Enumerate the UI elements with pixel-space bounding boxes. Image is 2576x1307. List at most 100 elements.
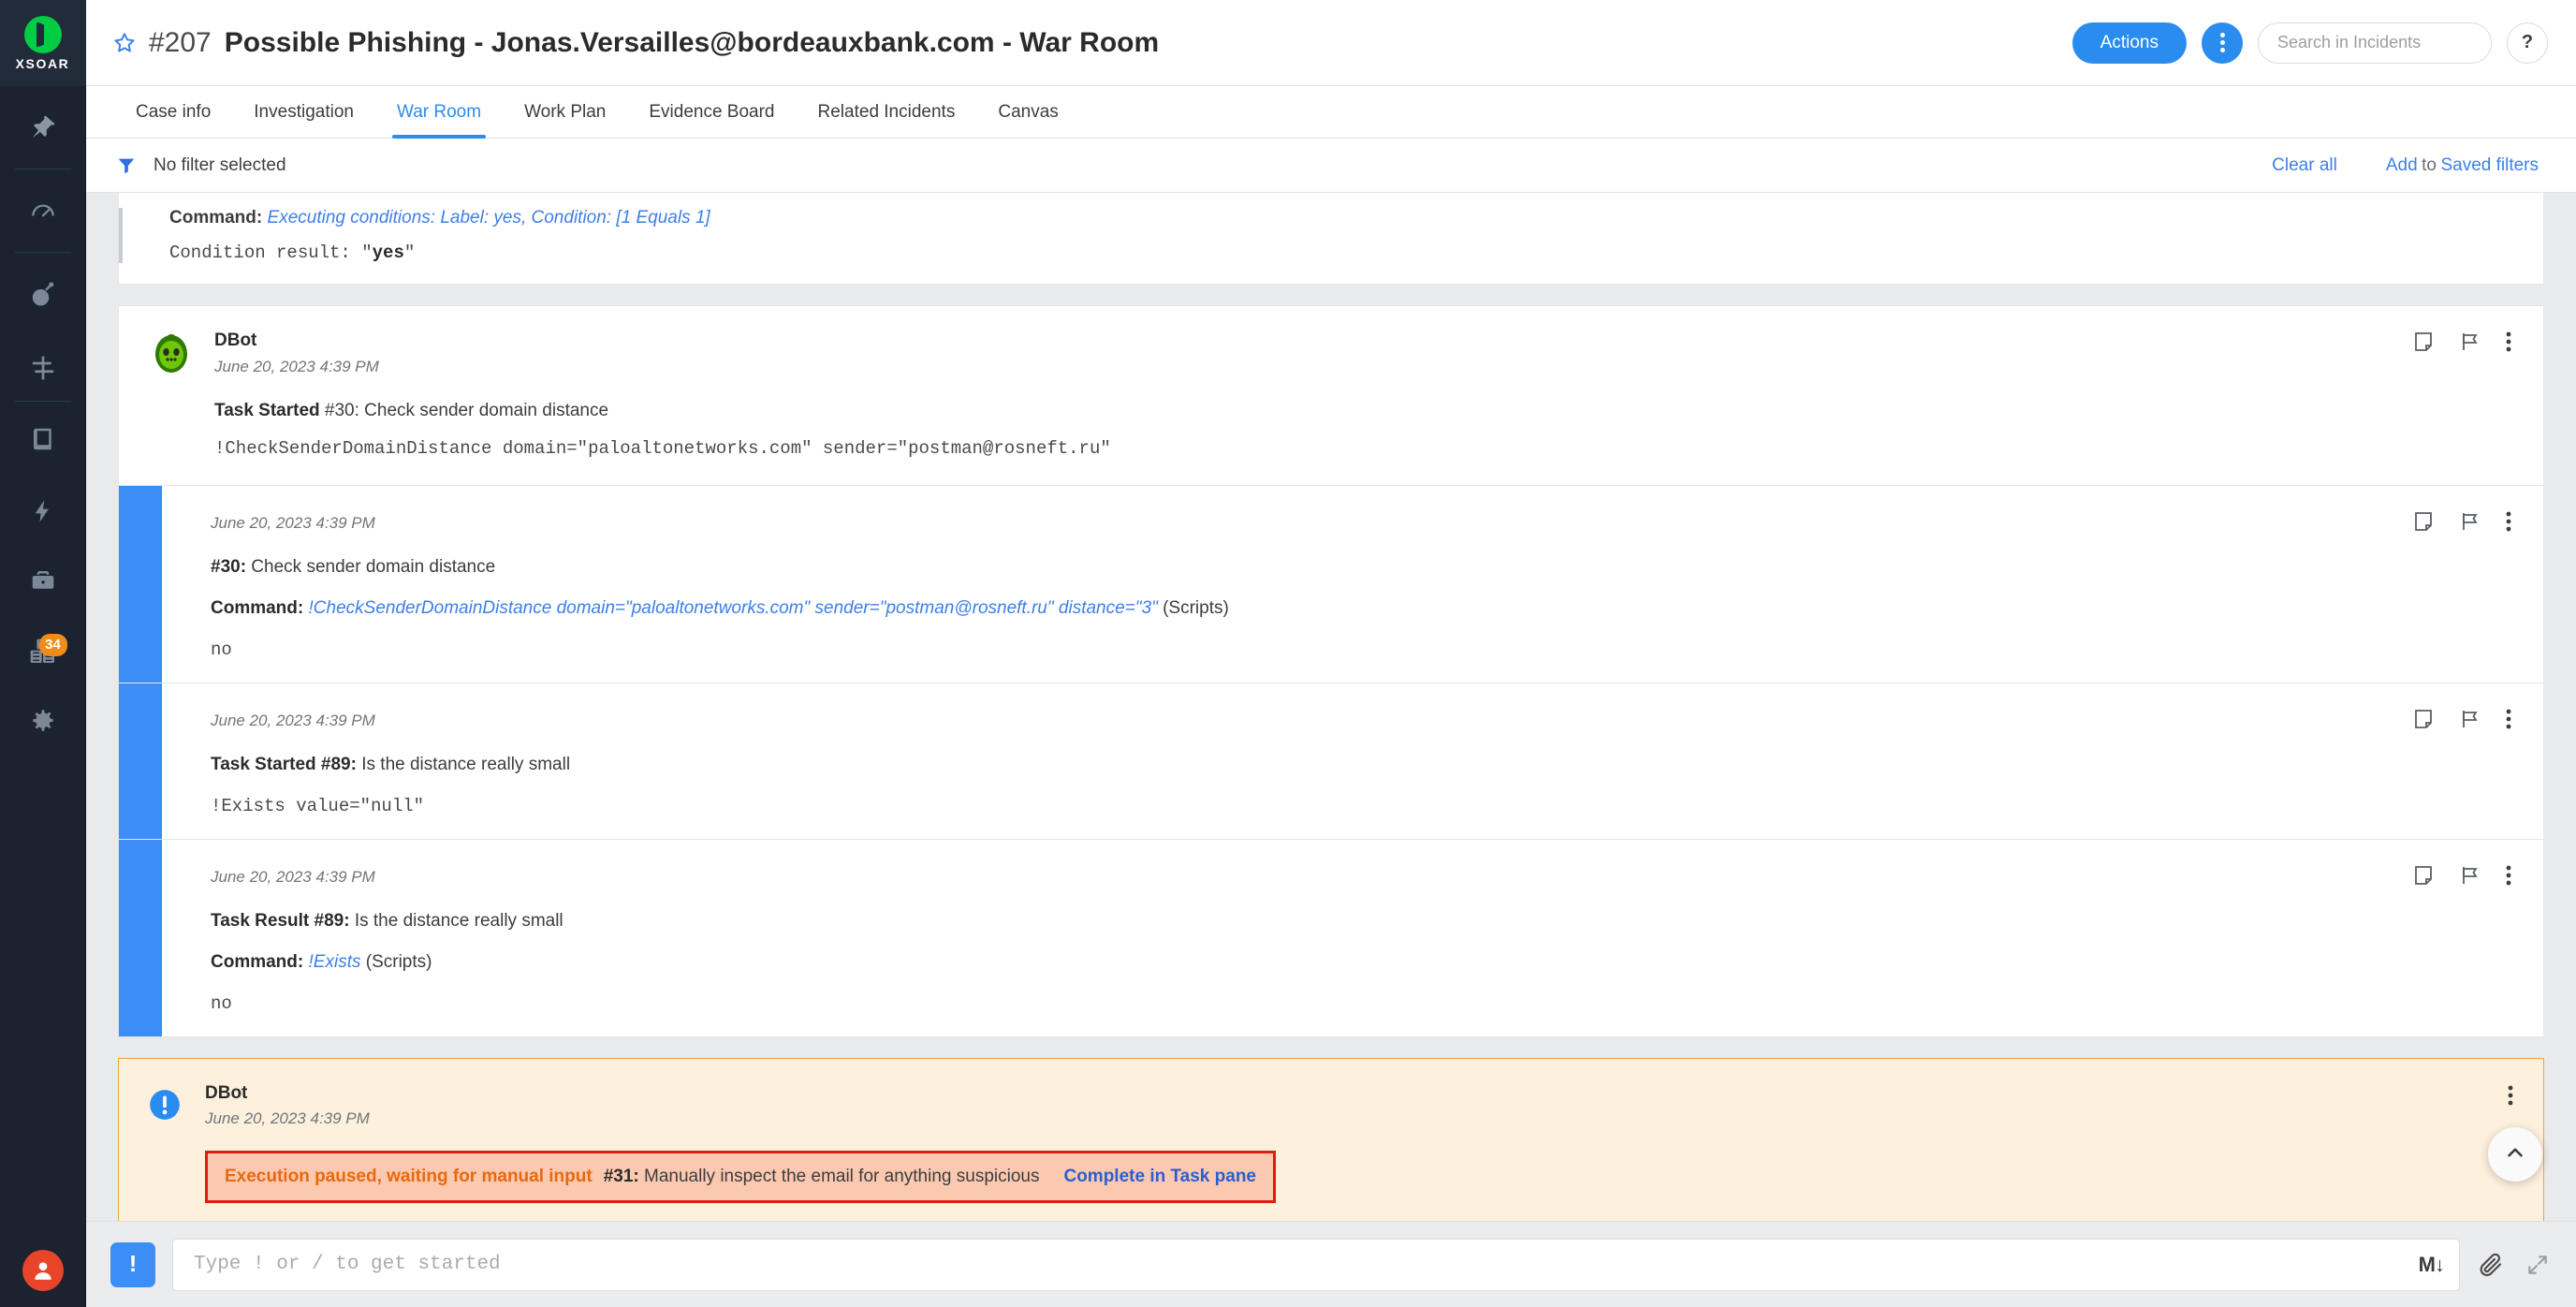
marketplace-badge: 34 xyxy=(38,634,67,656)
filter-icon[interactable] xyxy=(116,155,137,176)
tab-work-plan[interactable]: Work Plan xyxy=(503,86,627,138)
expand-icon[interactable] xyxy=(2525,1253,2550,1277)
entry-task-name: Check sender domain distance xyxy=(246,556,496,577)
message-composer: ! M↓ xyxy=(86,1221,2576,1307)
entry-task-line: Task Started #89: Is the distance really… xyxy=(211,755,2511,775)
entry-kebab-icon[interactable] xyxy=(2506,865,2511,886)
sidebar-item-automation[interactable] xyxy=(0,477,86,546)
task-status-label: Task Started xyxy=(211,754,316,774)
filter-actions: Clear all Add to Saved filters xyxy=(2272,155,2539,176)
command-prefix-button[interactable]: ! xyxy=(110,1241,155,1287)
tab-war-room[interactable]: War Room xyxy=(375,86,503,139)
message-timestamp: June 20, 2023 4:39 PM xyxy=(205,1109,370,1127)
partial-result-row: Condition result: "yes" xyxy=(169,242,710,263)
left-sidebar: XSOAR 34 xyxy=(0,0,86,1307)
entry-kebab-icon[interactable] xyxy=(2508,1085,2513,1110)
flag-icon[interactable] xyxy=(2459,708,2481,730)
paused-task: #31: Manually inspect the email for anyt… xyxy=(604,1167,1040,1187)
sidebar-item-user[interactable] xyxy=(0,1241,86,1307)
entry-timestamp: June 20, 2023 4:39 PM xyxy=(211,711,375,729)
entry-timestamp: June 20, 2023 4:39 PM xyxy=(211,513,375,532)
add-saved-filter-group: Add to Saved filters xyxy=(2386,155,2539,176)
incident-header: #207 Possible Phishing - Jonas.Versaille… xyxy=(86,0,2576,86)
tab-case-info[interactable]: Case info xyxy=(114,86,232,138)
dbot-avatar-icon xyxy=(149,330,194,375)
entry-accent-bar-blue xyxy=(119,485,162,683)
note-icon[interactable] xyxy=(2412,708,2435,730)
clear-all-link[interactable]: Clear all xyxy=(2272,155,2337,176)
message-command-mono: !CheckSenderDomainDistance domain="paloa… xyxy=(214,437,1111,459)
command-label: Command: xyxy=(169,208,263,228)
war-room-feed[interactable]: Command: Executing conditions: Label: ye… xyxy=(86,193,2576,1221)
feed-entry-dbot-message: DBot June 20, 2023 4:39 PM Task Started … xyxy=(118,305,2544,486)
partial-entry-body: Command: Executing conditions: Label: ye… xyxy=(123,208,710,263)
note-icon[interactable] xyxy=(2412,510,2435,533)
sidebar-item-pin[interactable] xyxy=(0,86,86,169)
paused-status-text: Execution paused, waiting for manual inp… xyxy=(225,1166,593,1186)
sidebar-item-threat-intel[interactable] xyxy=(0,253,86,335)
scroll-to-top-button[interactable] xyxy=(2488,1127,2542,1182)
entry-action-icons xyxy=(2412,510,2511,533)
incident-tabs: Case info Investigation War Room Work Pl… xyxy=(86,86,2576,139)
book-icon xyxy=(29,425,57,453)
command-value[interactable]: !CheckSenderDomainDistance domain="paloa… xyxy=(309,598,1158,618)
feed-entry-execution-paused: DBot June 20, 2023 4:39 PM Execution pau… xyxy=(118,1057,2544,1221)
header-controls: Actions ? xyxy=(2071,22,2548,64)
command-label: Command: xyxy=(211,951,304,972)
add-link[interactable]: Add xyxy=(2386,155,2418,175)
sidebar-item-reports[interactable] xyxy=(0,402,86,477)
command-value[interactable]: Executing conditions: Label: yes, Condit… xyxy=(268,208,710,228)
sidebar-item-playbooks[interactable] xyxy=(0,335,86,401)
composer-input[interactable] xyxy=(194,1254,2419,1275)
entry-body: June 20, 2023 4:39 PM Task Result #89: I… xyxy=(162,840,2543,1036)
sidebar-item-settings[interactable] xyxy=(0,688,86,757)
sidebar-item-jobs[interactable] xyxy=(0,546,86,615)
complete-in-task-pane-link[interactable]: Complete in Task pane xyxy=(1063,1167,1256,1187)
paused-alert-box: Execution paused, waiting for manual inp… xyxy=(205,1150,1276,1203)
tab-evidence-board[interactable]: Evidence Board xyxy=(627,86,796,138)
entry-body: June 20, 2023 4:39 PM #30: Check sender … xyxy=(162,486,2543,683)
message-author: DBot xyxy=(214,330,257,350)
feed-entry-partial: Command: Executing conditions: Label: ye… xyxy=(118,193,2544,285)
tab-related-incidents[interactable]: Related Incidents xyxy=(797,86,977,138)
warning-body: DBot June 20, 2023 4:39 PM Execution pau… xyxy=(205,1083,2515,1203)
feed-entry-task-30-result: June 20, 2023 4:39 PM #30: Check sender … xyxy=(118,485,2544,683)
entry-command-line: Command: !CheckSenderDomainDistance doma… xyxy=(211,598,2511,619)
condition-result-prefix: Condition result: " xyxy=(169,242,373,263)
tab-canvas[interactable]: Canvas xyxy=(976,86,1079,138)
entry-kebab-icon[interactable] xyxy=(2506,331,2511,352)
briefcase-icon xyxy=(29,566,57,595)
command-source: (Scripts) xyxy=(365,951,432,972)
tab-investigation[interactable]: Investigation xyxy=(232,86,375,138)
entry-output: no xyxy=(211,992,232,1014)
entry-kebab-icon[interactable] xyxy=(2506,511,2511,532)
help-button[interactable]: ? xyxy=(2507,22,2548,64)
gauge-icon xyxy=(28,196,58,226)
entry-task-line: #30: Check sender domain distance xyxy=(211,557,2511,578)
entry-command-line: Command: !Exists (Scripts) xyxy=(211,952,2511,973)
note-icon[interactable] xyxy=(2412,864,2435,887)
composer-input-wrapper: M↓ xyxy=(172,1238,2460,1291)
command-value[interactable]: !Exists xyxy=(309,952,361,972)
note-icon[interactable] xyxy=(2412,330,2435,353)
sidebar-item-marketplace[interactable]: 34 xyxy=(0,615,86,688)
sidebar-item-dashboard[interactable] xyxy=(0,169,86,252)
markdown-icon[interactable]: M↓ xyxy=(2419,1253,2445,1277)
search-input[interactable] xyxy=(2258,22,2492,64)
flag-icon[interactable] xyxy=(2459,330,2481,353)
paperclip-icon[interactable] xyxy=(2477,1251,2505,1279)
favorite-star-icon[interactable] xyxy=(112,31,137,55)
flag-icon[interactable] xyxy=(2459,864,2481,887)
entry-task-id: #30: xyxy=(211,556,247,577)
entry-kebab-icon[interactable] xyxy=(2506,709,2511,729)
avatar xyxy=(22,1250,64,1291)
xsoar-logo[interactable]: XSOAR xyxy=(0,0,86,86)
task-status-label: Task Result xyxy=(211,910,310,931)
task-status-label: Task Started xyxy=(214,400,320,420)
actions-button[interactable]: Actions xyxy=(2071,22,2187,64)
saved-filters-link[interactable]: Saved filters xyxy=(2440,155,2539,175)
command-label: Command: xyxy=(211,597,304,618)
header-kebab-button[interactable] xyxy=(2202,22,2243,64)
flag-icon[interactable] xyxy=(2459,510,2481,533)
app-root: XSOAR 34 #207 Possible Phishing - Jonas.… xyxy=(0,0,2576,1307)
